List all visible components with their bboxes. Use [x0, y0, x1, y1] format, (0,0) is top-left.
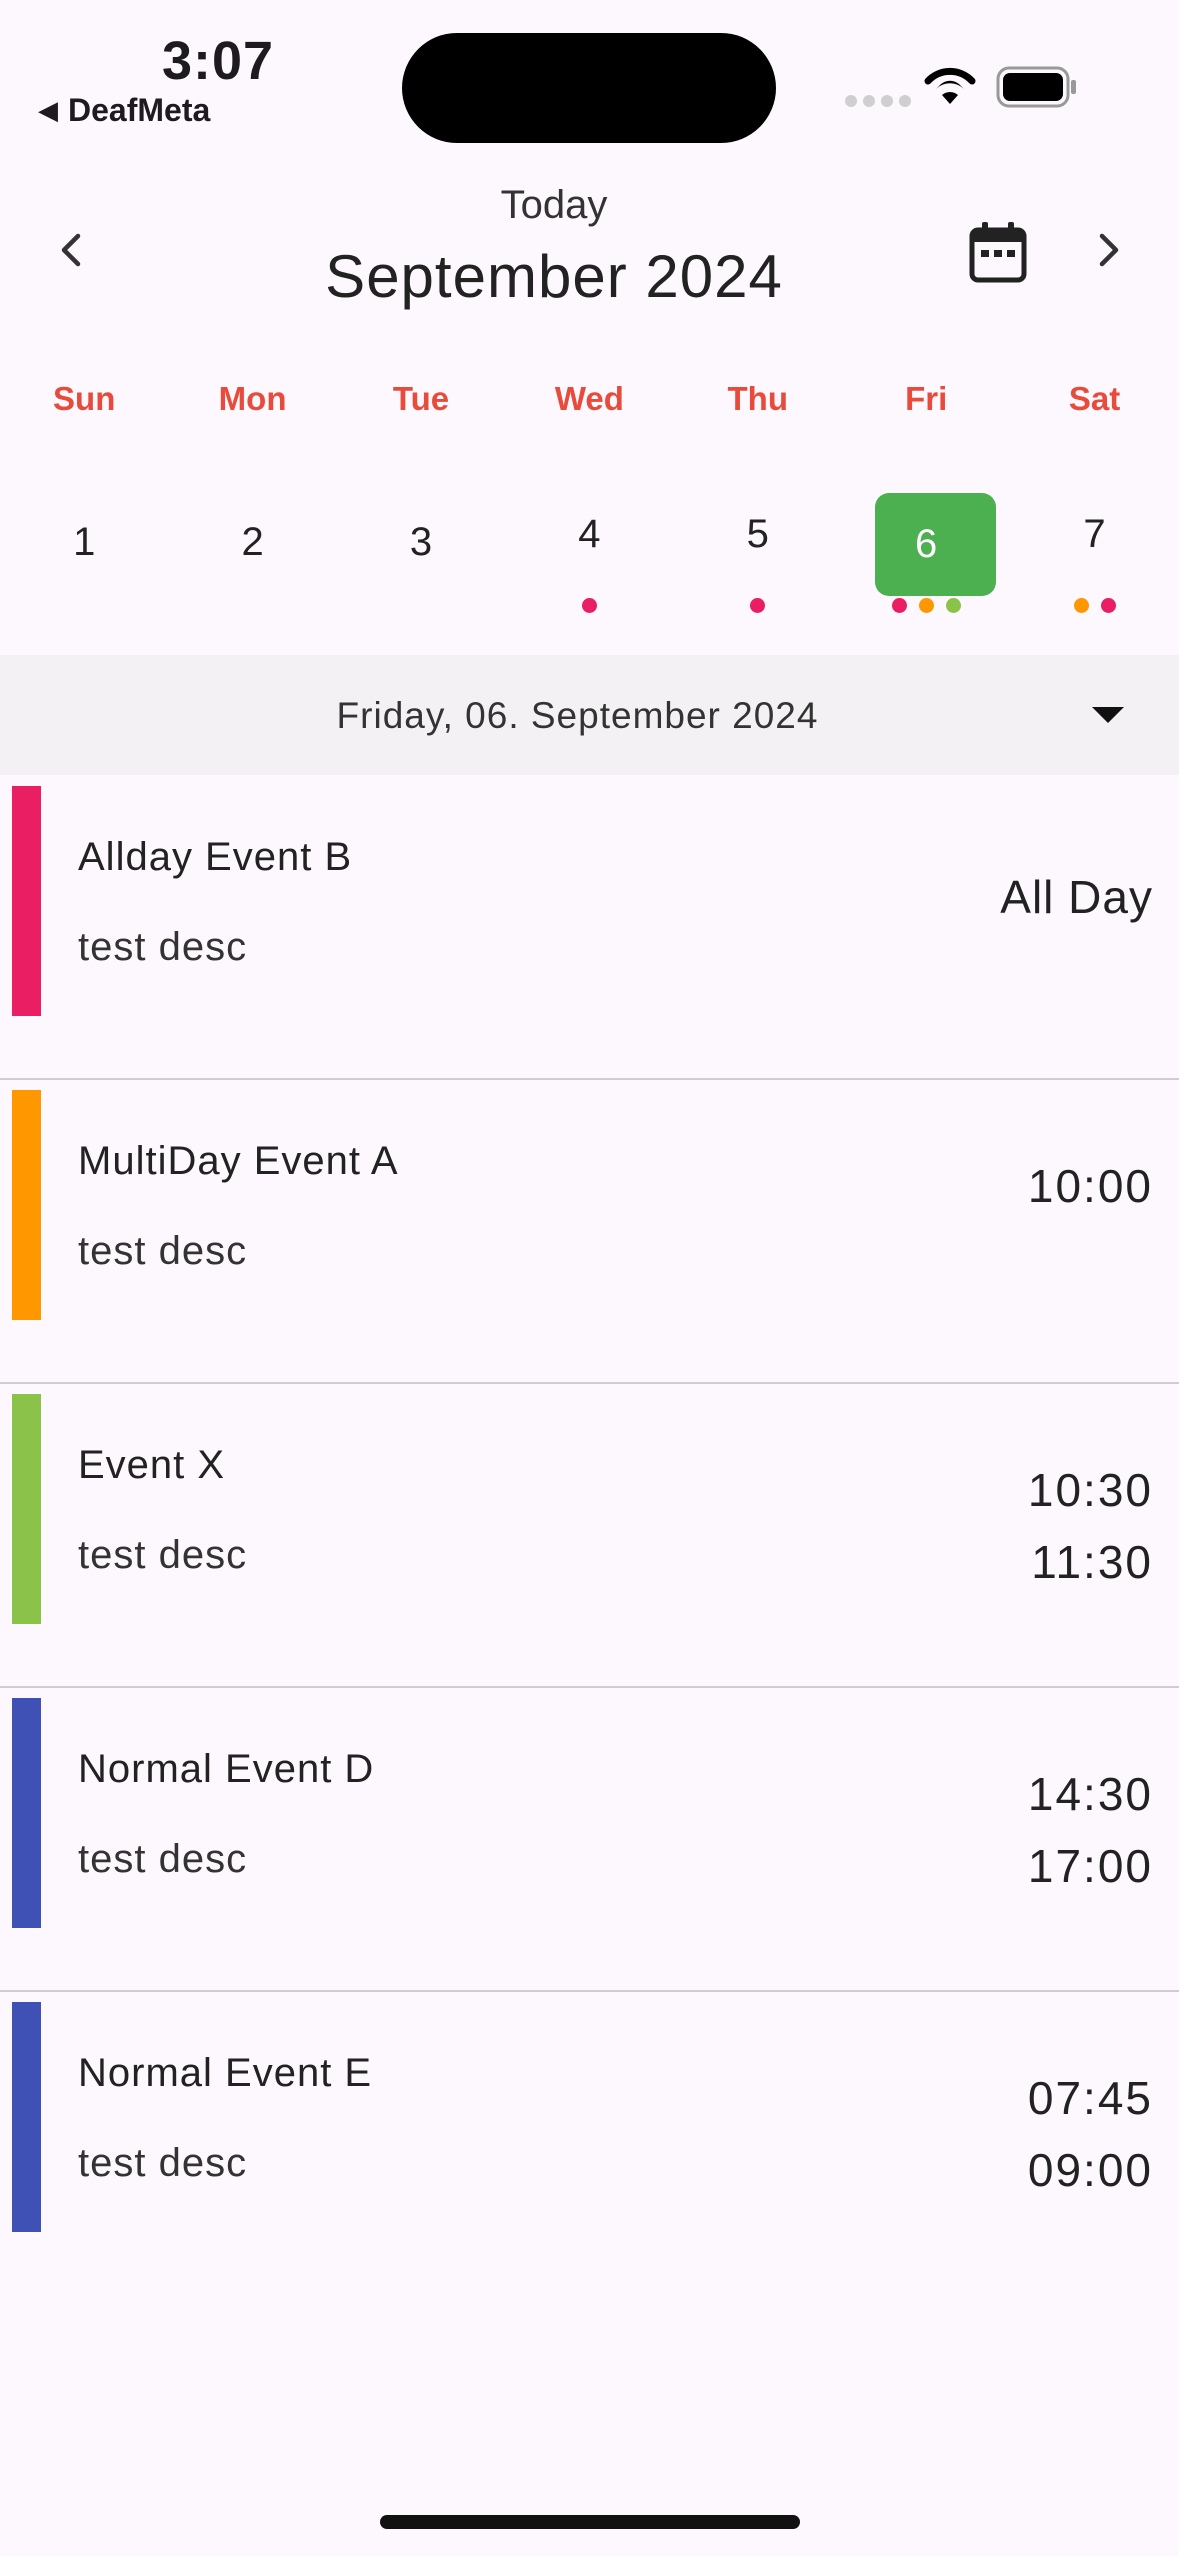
- event-title: Allday Event B: [78, 835, 353, 879]
- day-number: 3: [409, 520, 433, 564]
- event-times: 07:45 09:00: [1028, 2071, 1153, 2215]
- today-button[interactable]: Today: [0, 183, 1108, 228]
- day-cell-selected[interactable]: 6: [842, 490, 1010, 630]
- day-cell[interactable]: 4: [505, 490, 673, 630]
- back-triangle-icon: ◀: [38, 95, 58, 125]
- event-dot: [750, 598, 766, 613]
- event-times: 10:30 11:30: [1028, 1463, 1153, 1607]
- event-item[interactable]: Allday Event B test desc All Day: [0, 775, 1179, 1080]
- event-dot: [891, 598, 907, 613]
- week-days-row: 1 2 3 4 5 6 7: [0, 490, 1179, 630]
- event-start-time: 10:00: [1027, 1160, 1153, 1212]
- home-indicator[interactable]: [380, 2515, 800, 2529]
- back-app-label: DeafMeta: [68, 92, 211, 128]
- weekday-label: Thu: [727, 380, 788, 417]
- selected-date-label: Friday, 06. September 2024: [336, 695, 819, 736]
- event-item[interactable]: Normal Event D test desc 14:30 17:00: [0, 1687, 1179, 1992]
- event-title: Normal Event D: [78, 1747, 375, 1791]
- event-times: 10:00: [1028, 1159, 1153, 1303]
- event-color-bar: [12, 1698, 41, 1928]
- event-end-time: 17:00: [1027, 1840, 1153, 1892]
- event-description: test desc: [78, 1533, 248, 1577]
- day-cell[interactable]: 2: [168, 490, 336, 630]
- day-number: 2: [241, 520, 264, 564]
- selected-date-bar[interactable]: Friday, 06. September 2024: [0, 655, 1179, 775]
- weekday-label: Fri: [905, 380, 948, 417]
- event-title: Normal Event E: [78, 2051, 373, 2095]
- event-end-time: 09:00: [1027, 2144, 1153, 2196]
- event-start-time: 10:30: [1027, 1464, 1153, 1516]
- event-start-time: 14:30: [1027, 1768, 1153, 1820]
- chevron-right-icon: [1099, 233, 1119, 267]
- weekday-header-row: Sun Mon Tue Wed Thu Fri Sat: [0, 380, 1179, 418]
- day-number: 4: [578, 512, 601, 556]
- event-item[interactable]: MultiDay Event A test desc 10:00: [0, 1079, 1179, 1384]
- event-dots: [505, 598, 673, 613]
- event-dot: [581, 598, 597, 613]
- wifi-icon: [922, 62, 978, 111]
- day-number: 5: [746, 512, 769, 556]
- event-title: MultiDay Event A: [78, 1139, 399, 1183]
- event-dot: [945, 598, 961, 613]
- event-color-bar: [12, 2002, 41, 2232]
- event-times: 14:30 17:00: [1028, 1767, 1153, 1911]
- next-month-button[interactable]: [1068, 210, 1148, 290]
- event-item[interactable]: Event X test desc 10:30 11:30: [0, 1383, 1179, 1688]
- event-end-time: [1028, 1231, 1153, 1303]
- event-all-day-label: All Day: [1000, 871, 1153, 923]
- event-description: test desc: [78, 1837, 248, 1881]
- event-dot: [918, 598, 934, 613]
- status-time: 3:07: [162, 31, 275, 91]
- weekday-label: Mon: [218, 380, 287, 417]
- event-color-bar: [12, 786, 41, 1016]
- event-end-time: 11:30: [1031, 1536, 1153, 1588]
- event-description: test desc: [78, 925, 248, 969]
- event-dots: [674, 598, 842, 613]
- day-number: 1: [73, 520, 96, 564]
- calendar-screen: 3:07 ◀ DeafMeta Today September 2024 Sun…: [0, 0, 1179, 2556]
- day-number: 6: [915, 522, 938, 566]
- day-number: 7: [1083, 512, 1106, 556]
- back-to-app-link[interactable]: ◀ DeafMeta: [38, 92, 210, 129]
- day-cell[interactable]: 7: [1010, 490, 1178, 630]
- event-start-time: 07:45: [1027, 2072, 1153, 2124]
- cellular-signal-icon: [845, 95, 911, 107]
- dropdown-caret-icon: [1092, 707, 1124, 723]
- event-description: test desc: [78, 2141, 248, 2185]
- date-picker-button[interactable]: [958, 212, 1038, 292]
- day-cell[interactable]: 3: [337, 490, 505, 630]
- battery-icon: [996, 66, 1080, 113]
- month-title: September 2024: [325, 243, 783, 310]
- event-item[interactable]: Normal Event E test desc 07:45 09:00: [0, 1991, 1179, 2294]
- weekday-label: Sat: [1068, 380, 1121, 417]
- event-dots: [1010, 598, 1178, 613]
- day-cell[interactable]: 5: [674, 490, 842, 630]
- event-color-bar: [12, 1090, 41, 1320]
- event-dot: [1100, 598, 1116, 613]
- weekday-label: Wed: [554, 380, 624, 417]
- event-title: Event X: [78, 1443, 226, 1487]
- event-description: test desc: [78, 1229, 248, 1273]
- weekday-label: Tue: [392, 380, 450, 417]
- day-cell[interactable]: 1: [0, 490, 168, 630]
- event-dot: [1073, 598, 1089, 613]
- calendar-icon: [969, 222, 1027, 283]
- event-dots: [842, 598, 1010, 613]
- event-color-bar: [12, 1394, 41, 1624]
- weekday-label: Sun: [53, 380, 116, 417]
- dynamic-island: [402, 33, 776, 143]
